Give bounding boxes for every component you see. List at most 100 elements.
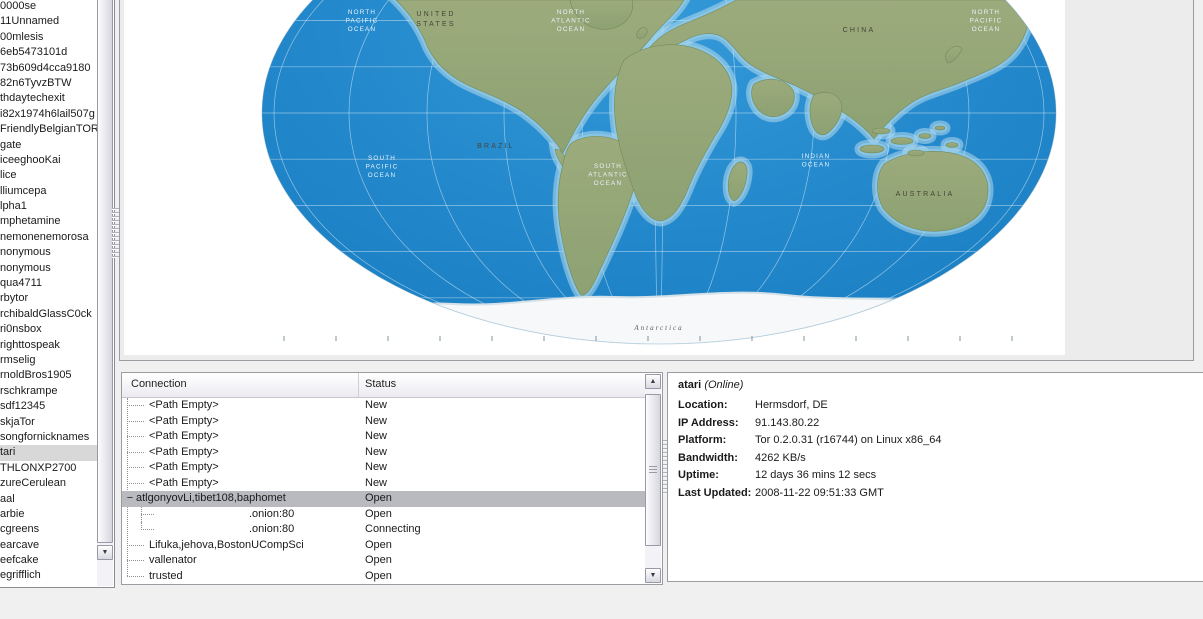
relay-list-item[interactable]: cgreens [0, 522, 97, 537]
column-header-connection[interactable]: Connection [131, 378, 187, 390]
relay-list-item[interactable]: songfornicknames [0, 430, 97, 445]
detail-value: Tor 0.2.0.31 (r16744) on Linux x86_64 [755, 434, 942, 446]
connection-row[interactable]: .onion:80Connecting [122, 522, 645, 538]
connection-row[interactable]: <Path Empty>New [122, 429, 645, 445]
tree-branch-line [127, 436, 144, 437]
relay-list-item[interactable]: 11Unnamed [0, 14, 97, 29]
detail-label: Platform: [678, 432, 755, 450]
map-label: AUSTRALIA [896, 191, 955, 198]
connection-row[interactable]: <Path Empty>New [122, 460, 645, 476]
connection-row[interactable]: <Path Empty>New [122, 476, 645, 492]
detail-value: Hermsdorf, DE [755, 399, 828, 411]
tree-branch-line [127, 467, 144, 468]
relay-list-item[interactable]: thdaytechexit [0, 91, 97, 106]
connection-row[interactable]: vallenatorOpen [122, 553, 645, 569]
relay-list-item[interactable]: rbytor [0, 291, 97, 306]
relay-list-item[interactable]: THLONXP2700 [0, 461, 97, 476]
detail-value: 12 days 36 mins 12 secs [755, 469, 876, 481]
relay-list-item[interactable]: rchibaldGlassC0ck [0, 307, 97, 322]
connection-row[interactable]: <Path Empty> New [122, 445, 645, 461]
relay-details-panel: atari (Online) Location:Hermsdorf, DEIP … [667, 372, 1203, 582]
relay-list-item[interactable]: 00mlesis [0, 30, 97, 45]
relay-list-item[interactable]: lliumcepa [0, 184, 97, 199]
relay-list-item[interactable]: zureCerulean [0, 476, 97, 491]
connection-row[interactable]: trustedOpen [122, 569, 645, 585]
relay-list-item[interactable]: i82x1974h6lail507g [0, 107, 97, 122]
relay-list-item[interactable]: rmselig [0, 353, 97, 368]
relay-list-item[interactable]: gate [0, 138, 97, 153]
relay-list-item[interactable]: tari [0, 445, 97, 460]
detail-row: Platform:Tor 0.2.0.31 (r16744) on Linux … [678, 432, 1203, 450]
connection-status: Open [365, 491, 392, 507]
scrollbar-thumb[interactable] [97, 0, 113, 543]
detail-label: Location: [678, 397, 755, 415]
collapse-icon[interactable]: − [125, 491, 135, 507]
map-label: NORTHPACIFICOCEAN [970, 9, 1003, 33]
relay-list-item[interactable]: ri0nsbox [0, 322, 97, 337]
connection-row[interactable]: <Path Empty>New [122, 398, 645, 414]
world-map-svg: NORTHPACIFICOCEANNORTHATLANTICOCEANNORTH… [124, 0, 1065, 355]
relay-list-item[interactable]: 0000se [0, 0, 97, 14]
connection-label: .onion:80 [249, 508, 294, 520]
relay-list-item[interactable]: lice [0, 168, 97, 183]
detail-row: Bandwidth:4262 KB/s [678, 450, 1203, 468]
scrollbar-thumb[interactable] [645, 394, 661, 546]
connection-label: <Path Empty> [149, 461, 219, 473]
relay-list-item[interactable]: nonymous [0, 245, 97, 260]
arrow-down-icon: ▼ [102, 549, 109, 556]
relay-list-scrollbar[interactable]: ▼ [97, 0, 113, 586]
relay-list-item[interactable]: qua4711 [0, 276, 97, 291]
column-header-status[interactable]: Status [358, 373, 396, 397]
relay-list-item[interactable]: nonymous [0, 261, 97, 276]
map-label: INDIANOCEAN [802, 153, 831, 169]
left-splitter-handle[interactable] [112, 208, 119, 258]
relay-list-item[interactable]: nemonenemorosa [0, 230, 97, 245]
detail-value: 2008-11-22 09:51:33 GMT [755, 487, 884, 499]
relay-list-item[interactable]: rschkrampe [0, 384, 97, 399]
relay-list-item[interactable]: aal [0, 492, 97, 507]
connection-status: Open [365, 538, 392, 554]
connection-row[interactable]: <Path Empty>New [122, 414, 645, 430]
map-label: SOUTHATLANTICOCEAN [588, 163, 628, 187]
relay-list-item[interactable]: earcave [0, 538, 97, 553]
map-label: BRAZIL [477, 143, 515, 150]
tree-branch-line [127, 545, 144, 546]
connection-row[interactable]: Lifuka,jehova,BostonUCompSciOpen [122, 538, 645, 554]
relay-list-item[interactable]: 82n6TyvzBTW [0, 76, 97, 91]
tree-branch-line [127, 405, 144, 406]
connection-list-scrollbar[interactable]: ▲ ▼ [645, 374, 661, 583]
arrow-down-icon: ▼ [650, 572, 657, 579]
scroll-up-button[interactable]: ▲ [645, 374, 661, 389]
relay-list-item[interactable]: iceeghooKai [0, 153, 97, 168]
relay-name: atari [678, 379, 701, 391]
relay-list-item[interactable]: lpha1 [0, 199, 97, 214]
relay-list-item[interactable]: arbie [0, 507, 97, 522]
detail-label: IP Address: [678, 415, 755, 433]
relay-list-item[interactable]: 73b609d4cca9180 [0, 61, 97, 76]
tree-branch-line [127, 560, 144, 561]
relay-list-item[interactable]: rnoldBros1905 [0, 368, 97, 383]
network-map-panel: NORTHPACIFICOCEANNORTHATLANTICOCEANNORTH… [119, 0, 1194, 361]
tree-branch-line [141, 514, 154, 515]
detail-row: Location:Hermsdorf, DE [678, 397, 1203, 415]
relay-list-item[interactable]: FriendlyBelgianTOR [0, 122, 97, 137]
relay-list-items: 0000se11Unnamed00mlesis6eb5473101d73b609… [0, 0, 97, 586]
scroll-down-button[interactable]: ▼ [97, 545, 113, 560]
connection-label: <Path Empty> [149, 446, 219, 458]
relay-fields: Location:Hermsdorf, DEIP Address:91.143.… [678, 397, 1203, 502]
connection-status: New [365, 445, 387, 461]
detail-label: Bandwidth: [678, 450, 755, 468]
world-map[interactable]: NORTHPACIFICOCEANNORTHATLANTICOCEANNORTH… [124, 0, 1065, 355]
relay-list-item[interactable]: eefcake [0, 553, 97, 568]
relay-list-item[interactable]: mphetamine [0, 214, 97, 229]
relay-list-item[interactable]: 6eb5473101d [0, 45, 97, 60]
relay-list-item[interactable]: righttospeak [0, 338, 97, 353]
relay-list-item[interactable]: egrifflich [0, 568, 97, 583]
connection-row[interactable]: .onion:80Open [122, 507, 645, 523]
scroll-down-button[interactable]: ▼ [645, 568, 661, 583]
relay-list-panel: 0000se11Unnamed00mlesis6eb5473101d73b609… [0, 0, 115, 588]
connection-row[interactable]: −atlgonyovLi,tibet108,baphometOpen [122, 491, 645, 507]
relay-list-item[interactable]: skjaTor [0, 415, 97, 430]
connection-status: Open [365, 553, 392, 569]
relay-list-item[interactable]: sdf12345 [0, 399, 97, 414]
